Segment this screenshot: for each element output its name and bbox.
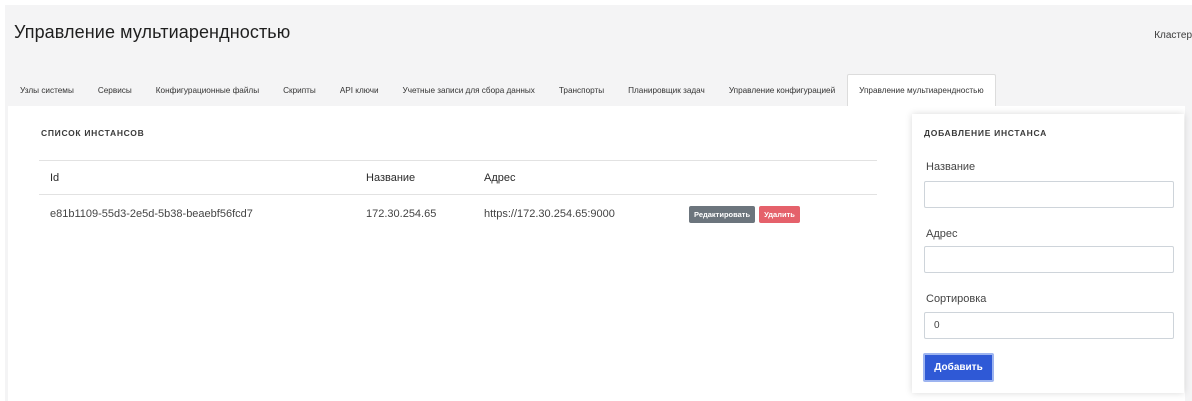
page-title: Управление мультиарендностью (14, 22, 291, 42)
sort-input[interactable] (924, 312, 1174, 339)
add-button[interactable]: Добавить (923, 353, 994, 382)
page-background: Управление мультиарендностью Кластер Узл… (5, 5, 1192, 401)
delete-button[interactable]: Удалить (759, 205, 800, 223)
tab-bar: Узлы системы Сервисы Конфигурационные фа… (8, 74, 996, 106)
address-label: Адрес (926, 228, 958, 240)
tab-api-keys[interactable]: API ключи (328, 74, 391, 106)
address-input[interactable] (924, 246, 1174, 273)
tab-data-accounts[interactable]: Учетные записи для сбора данных (391, 74, 547, 106)
column-header-address: Адрес (484, 171, 516, 184)
edit-button[interactable]: Редактировать (689, 205, 756, 223)
add-instance-form: ДОБАВЛЕНИЕ ИНСТАНСА Название Адрес Сорти… (912, 114, 1184, 393)
table-row: e81b1109-55d3-2e5d-5b38-beaebf56fcd7 172… (39, 195, 877, 233)
name-input[interactable] (924, 181, 1174, 208)
cell-id: e81b1109-55d3-2e5d-5b38-beaebf56fcd7 (50, 208, 253, 220)
tab-multitenancy[interactable]: Управление мультиарендностью (847, 74, 996, 106)
tab-scripts[interactable]: Скрипты (271, 74, 328, 106)
tab-config-management[interactable]: Управление конфигурацией (717, 74, 847, 106)
column-header-name: Название (366, 171, 416, 184)
sort-label: Сортировка (926, 293, 987, 305)
add-form-title: ДОБАВЛЕНИЕ ИНСТАНСА (924, 128, 1047, 138)
instances-table: Id Название Адрес e81b1109-55d3-2e5d-5b3… (39, 160, 877, 233)
tab-transports[interactable]: Транспорты (547, 74, 616, 106)
tab-services[interactable]: Сервисы (86, 74, 144, 106)
cell-name: 172.30.254.65 (366, 208, 437, 220)
table-header: Id Название Адрес (39, 160, 877, 195)
name-label: Название (926, 161, 976, 173)
instances-title: СПИСОК ИНСТАНСОВ (41, 128, 145, 138)
column-header-id: Id (50, 171, 60, 184)
tab-nodes[interactable]: Узлы системы (8, 74, 86, 106)
tab-scheduler[interactable]: Планировщик задач (616, 74, 717, 106)
tab-config-files[interactable]: Конфигурационные файлы (144, 74, 271, 106)
row-actions: Редактировать Удалить (681, 205, 800, 223)
cluster-link[interactable]: Кластер (1154, 30, 1192, 41)
cell-address: https://172.30.254.65:9000 (484, 208, 615, 220)
